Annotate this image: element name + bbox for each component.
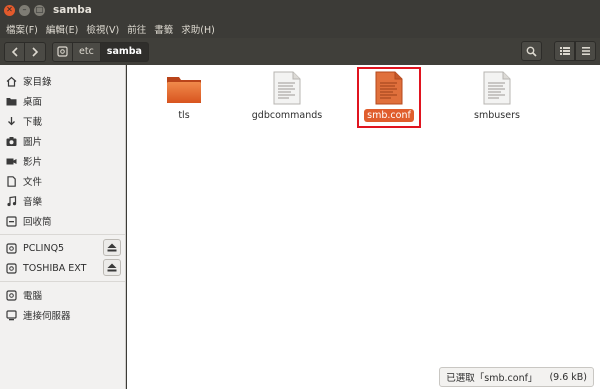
title-bar: ✕ – □ samba: [0, 0, 600, 20]
sidebar-item-trash[interactable]: 回收筒: [0, 211, 125, 231]
close-window-button[interactable]: ✕: [4, 4, 15, 16]
music-icon: [5, 195, 17, 207]
sidebar-item-videos[interactable]: 影片: [0, 151, 125, 171]
sidebar-item-label: 電腦: [23, 291, 43, 302]
path-segment-etc[interactable]: etc: [73, 41, 101, 62]
file-name: gdbcommands: [251, 110, 323, 121]
sidebar-item-computer[interactable]: 電腦: [0, 285, 125, 305]
file-name: smb.conf: [364, 109, 414, 122]
sidebar-item-label: 圖片: [23, 137, 43, 148]
menu-go[interactable]: 前往: [123, 22, 150, 36]
eject-icon: [107, 263, 117, 272]
path-bar: etc samba: [52, 41, 149, 62]
sidebar-item-label: 影片: [23, 157, 43, 168]
camera-icon: [5, 135, 17, 147]
sidebar-item-toshiba-ext[interactable]: TOSHIBA EXT: [0, 258, 125, 278]
file-name: smbusers: [474, 110, 520, 121]
sidebar-item-home[interactable]: 家目錄: [0, 71, 125, 91]
list-view-icon: [559, 47, 570, 55]
chevron-left-icon: [11, 46, 18, 57]
sidebar-item-label: 回收筒: [23, 217, 52, 228]
menu-button[interactable]: [575, 41, 596, 61]
chevron-right-icon: [32, 46, 39, 57]
maximize-window-button[interactable]: □: [34, 4, 45, 16]
window-title: samba: [53, 4, 92, 16]
sidebar-item-label: 音樂: [23, 197, 43, 208]
menu-edit[interactable]: 編輯(E): [42, 22, 82, 36]
menu-bookmarks[interactable]: 書籤: [150, 22, 177, 36]
status-selection-text: 已選取「smb.conf」: [446, 373, 538, 384]
status-size: (9.6 kB): [549, 371, 587, 383]
sidebar-item-pclinq5[interactable]: PCLINQ5: [0, 238, 125, 258]
file-view: tls gdbcommands smb.conf smbusers 已選取「sm…: [127, 65, 600, 389]
toolbar: etc samba: [0, 38, 600, 65]
search-icon: [526, 46, 537, 57]
eject-button[interactable]: [103, 239, 121, 256]
download-icon: [5, 115, 17, 127]
folder-icon: [167, 77, 201, 103]
list-view-button[interactable]: [554, 41, 575, 61]
path-root-button[interactable]: [52, 41, 73, 62]
menu-bar: 檔案(F) 編輯(E) 檢視(V) 前往 書籤 求助(H): [0, 20, 600, 38]
hamburger-menu-icon: [581, 47, 590, 55]
file-item-smbusers[interactable]: smbusers: [452, 71, 542, 122]
file-name: tls: [178, 110, 190, 121]
eject-icon: [107, 243, 117, 252]
menu-help[interactable]: 求助(H): [177, 22, 219, 36]
home-icon: [5, 75, 17, 87]
status-bar: 已選取「smb.conf」 (9.6 kB): [439, 367, 594, 387]
menu-file[interactable]: 檔案(F): [2, 22, 42, 36]
file-item-smb-conf[interactable]: smb.conf: [344, 71, 434, 122]
drive-icon: [5, 262, 17, 274]
sidebar-separator: [0, 234, 125, 235]
sidebar-item-label: 連接伺服器: [23, 311, 71, 322]
path-segment-samba[interactable]: samba: [100, 41, 149, 62]
file-item-gdbcommands[interactable]: gdbcommands: [242, 71, 332, 122]
menu-view[interactable]: 檢視(V): [82, 22, 123, 36]
text-file-icon: [375, 71, 403, 105]
back-button[interactable]: [4, 41, 25, 62]
sidebar-item-label: 文件: [23, 177, 43, 188]
drive-icon: [57, 46, 68, 57]
document-icon: [5, 175, 17, 187]
sidebar-item-documents[interactable]: 文件: [0, 171, 125, 191]
sidebar-item-label: PCLINQ5: [23, 242, 65, 254]
trash-icon: [5, 215, 17, 227]
eject-button[interactable]: [103, 259, 121, 276]
search-button[interactable]: [521, 41, 542, 61]
text-file-icon: [273, 71, 301, 105]
drive-icon: [5, 242, 17, 254]
sidebar-item-desktop[interactable]: 桌面: [0, 91, 125, 111]
sidebar-item-pictures[interactable]: 圖片: [0, 131, 125, 151]
minimize-window-button[interactable]: –: [19, 4, 30, 16]
folder-icon: [5, 95, 17, 107]
sidebar-item-music[interactable]: 音樂: [0, 191, 125, 211]
sidebar-item-connect-server[interactable]: 連接伺服器: [0, 305, 125, 325]
sidebar-separator: [0, 281, 125, 282]
text-file-icon: [483, 71, 511, 105]
network-server-icon: [5, 309, 17, 321]
sidebar-item-label: 下載: [23, 117, 43, 128]
forward-button[interactable]: [25, 41, 46, 62]
computer-icon: [5, 289, 17, 301]
sidebar-item-downloads[interactable]: 下載: [0, 111, 125, 131]
video-icon: [5, 155, 17, 167]
sidebar-item-label: TOSHIBA EXT: [23, 262, 87, 274]
file-item-tls[interactable]: tls: [139, 73, 229, 122]
sidebar-item-label: 桌面: [23, 97, 43, 108]
sidebar: 家目錄 桌面 下載 圖片 影片 文件 音樂 回收筒 PCLINQ5 TOSHIB…: [0, 65, 126, 389]
sidebar-item-label: 家目錄: [23, 77, 52, 88]
